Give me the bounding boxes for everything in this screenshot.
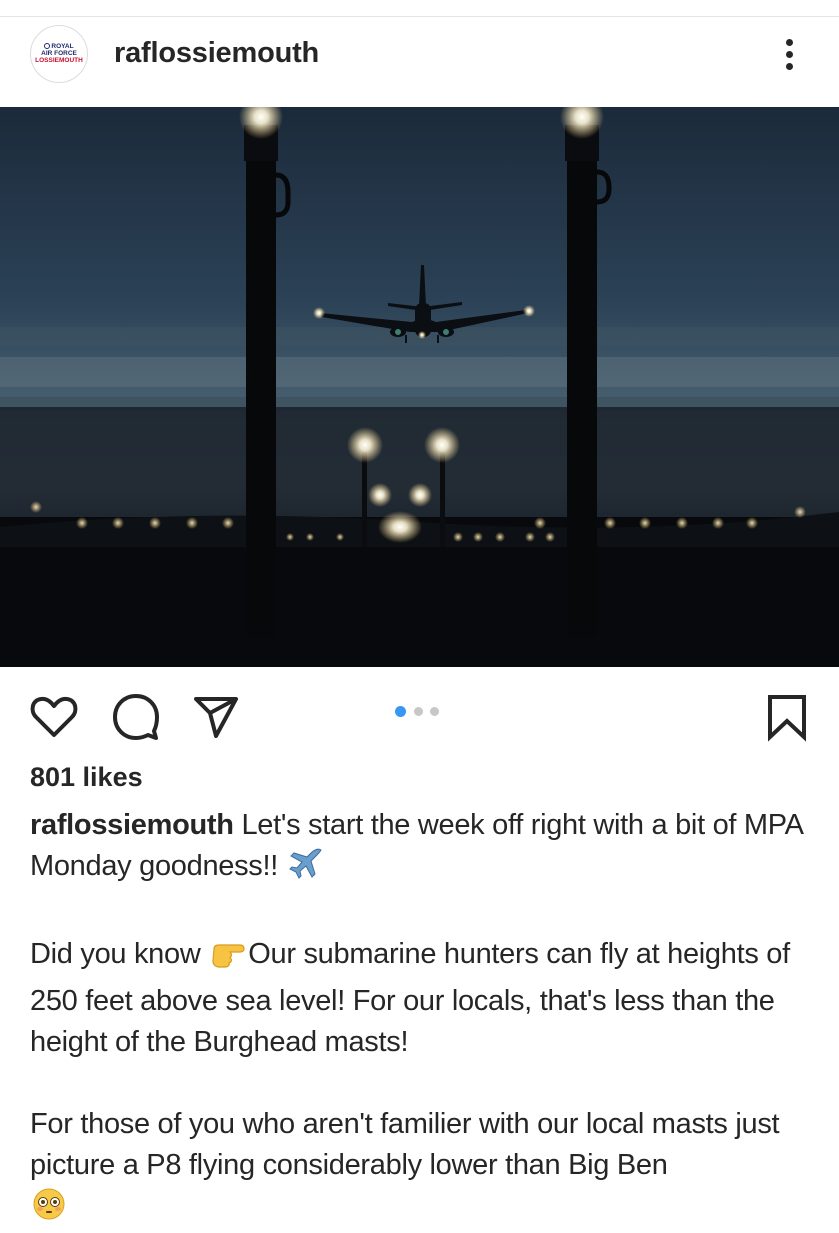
caption-gap bbox=[30, 893, 820, 934]
paper-plane-icon[interactable] bbox=[190, 691, 242, 743]
post-header: ROYAL AIR FORCE LOSSIEMOUTH raflossiemou… bbox=[0, 17, 839, 107]
pointing-right-emoji bbox=[210, 937, 246, 981]
caption-paragraph-3: For those of you who aren't familier wit… bbox=[30, 1104, 820, 1186]
caption-paragraph-2: Did you know Our submarine hunters can f… bbox=[30, 934, 820, 1063]
caption-paragraph-4 bbox=[30, 1186, 820, 1233]
caption-paragraph-1: raflossiemouth Let's start the week off … bbox=[30, 805, 820, 893]
flushed-face-emoji bbox=[32, 1187, 66, 1233]
comment-icon[interactable] bbox=[110, 691, 162, 743]
carousel-dot bbox=[414, 707, 423, 716]
avatar[interactable]: ROYAL AIR FORCE LOSSIEMOUTH bbox=[30, 25, 88, 83]
carousel-dot bbox=[430, 707, 439, 716]
roundel-icon bbox=[44, 43, 51, 49]
avatar-logo-line3: LOSSIEMOUTH bbox=[35, 57, 83, 64]
likes-count[interactable]: 801 likes bbox=[30, 762, 143, 793]
caption-text-2a: Did you know bbox=[30, 938, 201, 970]
carousel-indicator bbox=[395, 706, 445, 719]
night-landing-photo bbox=[0, 107, 839, 667]
post-username[interactable]: raflossiemouth bbox=[114, 37, 319, 70]
more-vertical-icon[interactable] bbox=[778, 37, 802, 73]
carousel-dot-active bbox=[395, 706, 406, 717]
action-bar bbox=[0, 667, 839, 763]
post-caption: raflossiemouth Let's start the week off … bbox=[30, 805, 820, 1233]
airplane-emoji bbox=[288, 847, 324, 893]
bookmark-icon[interactable] bbox=[762, 691, 814, 743]
caption-text-3: For those of you who aren't familier wit… bbox=[30, 1108, 780, 1181]
caption-gap bbox=[30, 1063, 820, 1104]
avatar-logo: ROYAL AIR FORCE LOSSIEMOUTH bbox=[31, 43, 87, 64]
heart-icon[interactable] bbox=[28, 691, 80, 743]
avatar-logo-line1: ROYAL bbox=[51, 43, 74, 50]
avatar-logo-line2: AIR FORCE bbox=[41, 50, 77, 57]
caption-username[interactable]: raflossiemouth bbox=[30, 809, 234, 841]
post-photo[interactable] bbox=[0, 107, 839, 667]
